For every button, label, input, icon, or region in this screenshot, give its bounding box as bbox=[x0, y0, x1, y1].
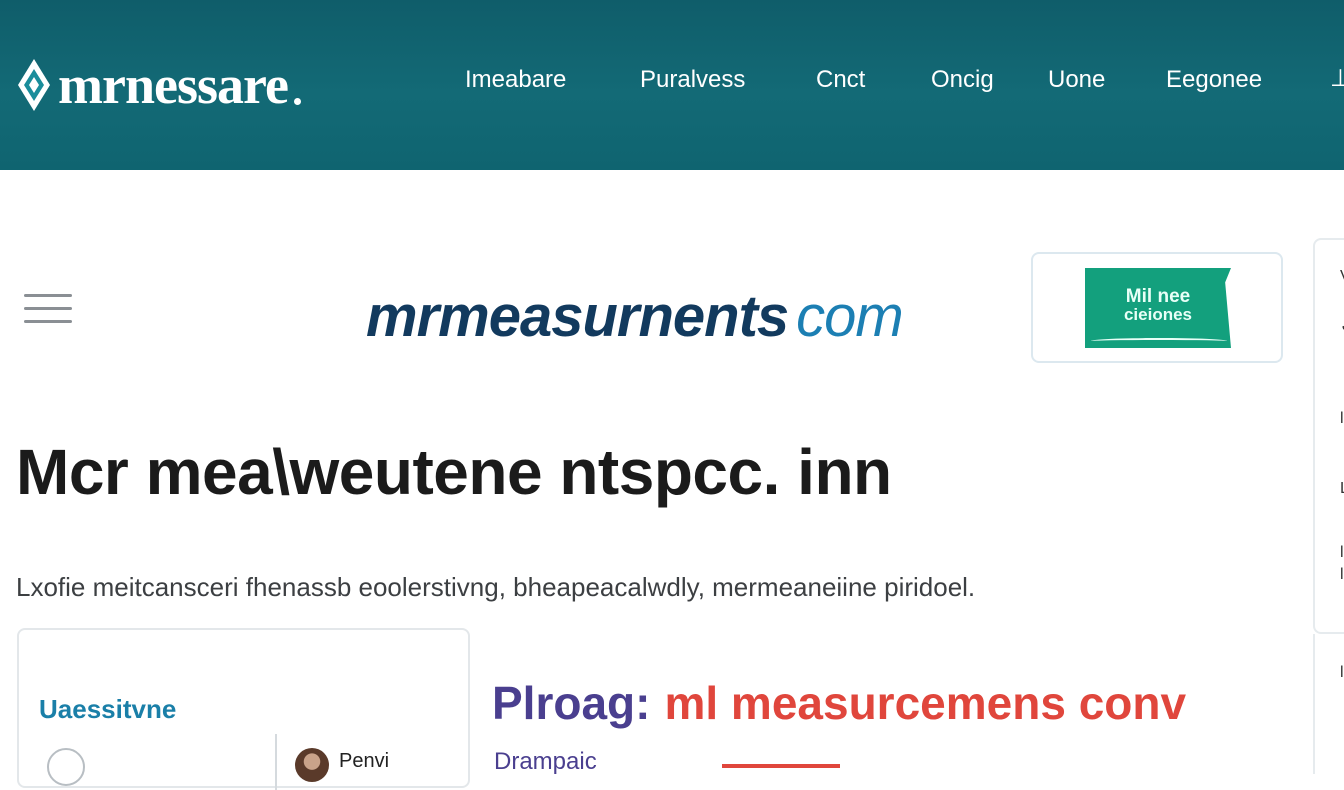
badge-line-2: cieiones bbox=[1123, 305, 1193, 324]
person-name: Penvi bbox=[339, 750, 390, 772]
radio-button[interactable] bbox=[47, 748, 85, 786]
nav-item-5[interactable]: Uone bbox=[1048, 66, 1105, 94]
menu-icon-bar bbox=[24, 294, 72, 297]
domain-wordmark: mrmeasurnents com bbox=[366, 288, 904, 346]
side-panel-glyph: l bbox=[1340, 566, 1344, 583]
brand-logo[interactable]: mrnessare bbox=[14, 55, 301, 115]
brand-diamond-icon bbox=[18, 59, 50, 111]
side-panel-glyph: l bbox=[1340, 410, 1344, 427]
page-headline: Mcr mea\weutene ntspcc. inn bbox=[16, 436, 892, 508]
nav-overflow-glyph[interactable]: ⊥ bbox=[1330, 64, 1344, 88]
nav-item-2[interactable]: Puralvess bbox=[640, 66, 745, 94]
nav-item-4[interactable]: Oncig bbox=[931, 66, 994, 94]
promo-lead: Plroag: bbox=[492, 677, 651, 729]
brand-name: mrnessare bbox=[58, 55, 289, 115]
nav-item-3[interactable]: Cnct bbox=[816, 66, 865, 94]
promo-subheading: Drampaic bbox=[494, 748, 597, 775]
side-panel-glyph: ✓ bbox=[1340, 316, 1344, 334]
menu-icon-bar bbox=[24, 320, 72, 323]
avatar[interactable] bbox=[295, 748, 329, 782]
brand-dot bbox=[293, 98, 301, 105]
nav-item-1[interactable]: Imeabare bbox=[465, 66, 566, 94]
badge-card[interactable]: Mil nee cieiones bbox=[1031, 252, 1283, 363]
badge-line-1: Mil nee bbox=[1125, 286, 1191, 307]
side-panel-glyph: V bbox=[1340, 268, 1344, 286]
card-divider bbox=[275, 734, 277, 790]
flag-badge: Mil nee cieiones bbox=[1085, 268, 1231, 348]
nav-item-6[interactable]: Eegonee bbox=[1166, 66, 1262, 94]
badge-swoosh bbox=[1091, 338, 1227, 344]
promo-heading: Plroag: ml measurcemens conv bbox=[492, 680, 1186, 726]
page-subline: Lxofie meitcansceri fhenassb eoolerstivn… bbox=[16, 572, 976, 602]
side-panel-glyph: L bbox=[1340, 480, 1344, 498]
domain-wordmark-tld: com bbox=[796, 284, 904, 349]
info-card[interactable]: Uaessitvne Penvi bbox=[17, 628, 470, 790]
menu-icon[interactable] bbox=[24, 292, 74, 326]
domain-wordmark-main: mrmeasurnents bbox=[366, 284, 789, 349]
card-title: Uaessitvne bbox=[39, 694, 177, 724]
menu-icon-bar bbox=[24, 307, 72, 310]
side-panel-glyph: l bbox=[1340, 544, 1344, 561]
promo-accent: ml measurcemens conv bbox=[664, 677, 1187, 729]
right-side-panel-lower bbox=[1313, 634, 1344, 774]
side-panel-glyph: l bbox=[1340, 664, 1344, 681]
promo-underline bbox=[722, 764, 840, 768]
